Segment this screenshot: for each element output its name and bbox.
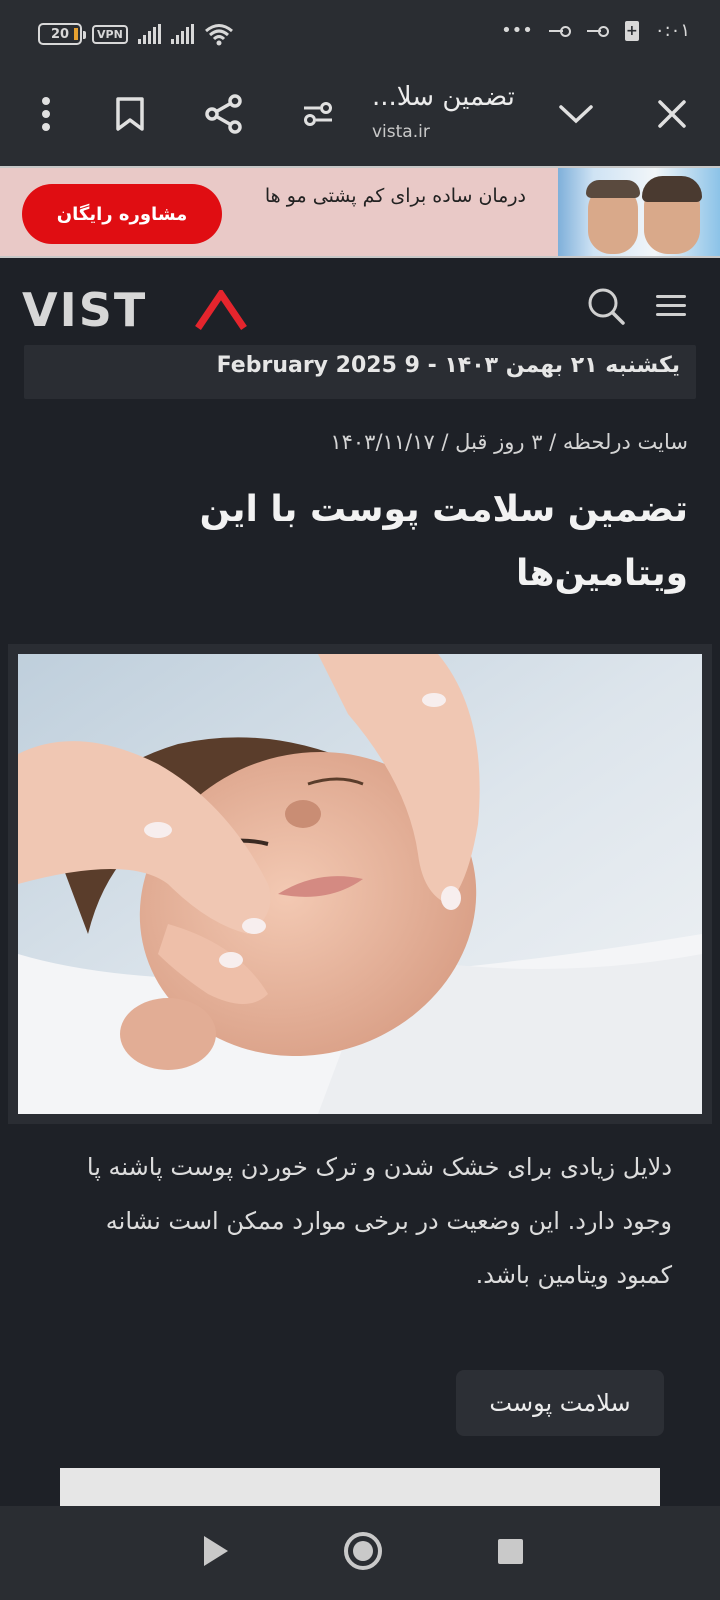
ad-text: درمان ساده برای کم پشتی مو ها (264, 185, 526, 207)
back-icon[interactable] (204, 1536, 228, 1566)
date-bar: یکشنبه ۲۱ بهمن ۱۴۰۳ - 9 February 2025 (24, 345, 696, 399)
key-icon (548, 25, 571, 37)
logo-a-mark (195, 290, 247, 330)
hamburger-menu-icon[interactable] (656, 290, 692, 326)
bookmark-icon[interactable] (106, 90, 154, 138)
content-placeholder (60, 1468, 660, 1508)
ad-face-left (586, 180, 640, 254)
ad-banner[interactable]: مشاوره رایگان درمان ساده برای کم پشتی مو… (0, 166, 720, 258)
wifi-icon (204, 24, 233, 46)
ad-cta-button[interactable]: مشاوره رایگان (22, 184, 222, 244)
status-left-icons: 20 VPN (38, 22, 234, 46)
article-headline: تضمین سلامت پوست با این ویتامین‌ها (199, 489, 688, 594)
share-icon[interactable] (200, 90, 248, 138)
article-lead: دلایل زیادی برای خشک شدن و ترک خوردن پوس… (86, 1153, 672, 1289)
home-icon[interactable] (344, 1532, 382, 1570)
status-bar: 20 VPN ••• ۰:۰۱ (0, 0, 720, 68)
site-logo[interactable]: VIST (22, 287, 247, 333)
page-title[interactable]: تضمین سلا... (372, 82, 532, 112)
battery-saver-icon (624, 20, 639, 41)
recent-apps-icon[interactable] (498, 1539, 523, 1564)
tag-skin-health[interactable]: سلامت پوست (456, 1370, 664, 1436)
more-options-icon[interactable] (22, 90, 70, 138)
notification-dots: ••• (501, 20, 533, 41)
chevron-down-icon[interactable] (552, 90, 600, 138)
hero-image[interactable] (18, 654, 702, 1114)
article-meta: سایت درلحظه / ۳ روز قبل / ۱۴۰۳/۱۱/۱۷ (330, 430, 688, 454)
clock: ۰:۰۱ (654, 20, 690, 41)
search-icon[interactable] (586, 286, 630, 330)
signal-icon-2 (170, 24, 194, 44)
system-nav-bar (0, 1506, 720, 1600)
tune-settings-icon[interactable] (294, 90, 342, 138)
browser-toolbar: تضمین سلا... vista.ir (0, 68, 720, 166)
status-right-icons: ••• ۰:۰۱ (501, 20, 690, 41)
page-url[interactable]: vista.ir (372, 122, 430, 142)
battery-level-text: 20 (50, 26, 70, 42)
close-icon[interactable] (648, 90, 696, 138)
ad-face-right (642, 176, 702, 254)
battery-icon: 20 (38, 23, 86, 45)
key-icon-2 (586, 25, 609, 37)
signal-icon (137, 24, 161, 44)
ad-image[interactable] (558, 168, 720, 256)
vpn-icon: VPN (92, 24, 128, 44)
logo-text: VIST (22, 283, 148, 337)
